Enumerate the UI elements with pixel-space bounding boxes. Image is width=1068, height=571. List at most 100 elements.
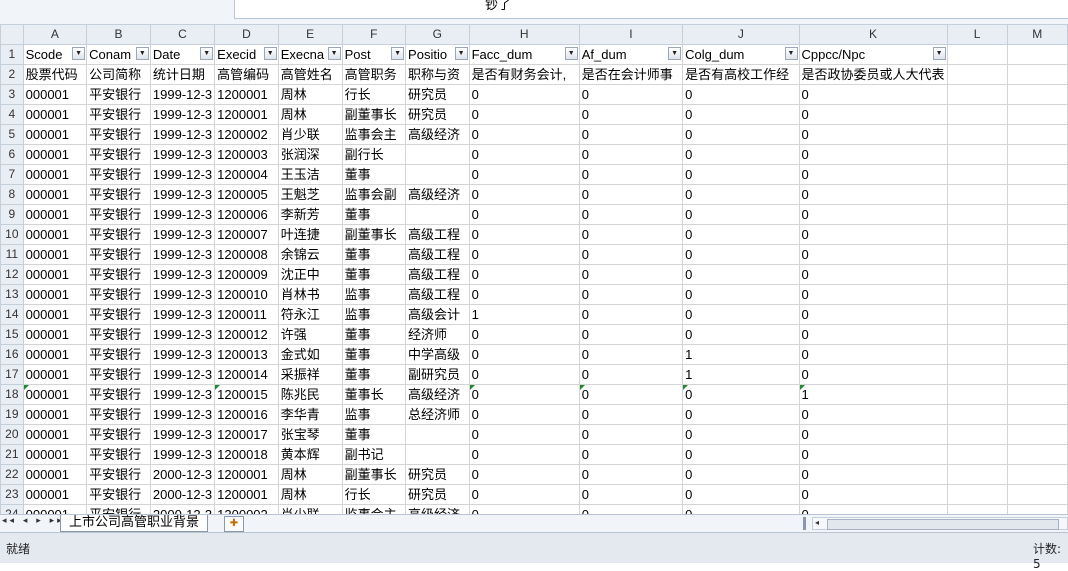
cell[interactable]: 0 [468,104,580,125]
row-header[interactable]: 10 [0,224,24,245]
cell[interactable]: 0 [682,264,800,285]
cell[interactable]: 2000-12-3 [149,504,216,514]
cell[interactable]: 平安银行 [86,264,151,285]
cell[interactable]: 1200016 [214,404,279,425]
cell[interactable]: Cppcc/Npc ▼ [798,44,948,65]
cell[interactable]: 1999-12-3 [149,324,216,345]
cell[interactable] [1006,344,1068,365]
cell[interactable]: 0 [468,204,580,225]
cell[interactable]: 高级工程 [405,244,470,265]
cell[interactable]: 肖林书 [277,284,343,305]
sheet-nav-arrows-icon[interactable]: ◂◂ ◂ ▸ ▸▸ [2,516,65,526]
cell[interactable]: 0 [682,484,800,505]
cell[interactable]: 平安银行 [86,304,151,325]
column-header[interactable]: L [946,24,1008,45]
cell[interactable]: Facc_dum ▼ [468,44,580,65]
cell[interactable]: 监事 [341,404,407,425]
column-header[interactable]: B [86,24,151,45]
cell[interactable]: 高管编码 [214,64,279,85]
tab-split-handle[interactable] [803,517,806,530]
cell[interactable] [1006,424,1068,445]
cell[interactable]: 李华青 [277,404,343,425]
select-all-corner[interactable] [0,24,24,45]
cell[interactable] [1006,284,1068,305]
row-header[interactable]: 18 [0,384,24,405]
cell[interactable]: 0 [798,424,948,445]
cell[interactable] [946,284,1008,305]
cell[interactable] [946,424,1008,445]
cell[interactable]: 平安银行 [86,424,151,445]
cell[interactable] [1006,244,1068,265]
cell[interactable]: 0 [578,304,684,325]
row-header[interactable]: 13 [0,284,24,305]
cell[interactable]: 000001 [22,144,88,165]
row-header[interactable]: 4 [0,104,24,125]
cell[interactable] [946,404,1008,425]
cell[interactable]: 1200011 [214,304,279,325]
cell[interactable]: 0 [468,84,580,105]
filter-dropdown-icon[interactable]: ▼ [72,47,86,60]
cell[interactable]: 王玉洁 [277,164,343,185]
cell[interactable]: 高管职务 [341,64,407,85]
filter-dropdown-icon[interactable]: ▼ [135,47,149,60]
cell[interactable]: 总经济师 [405,404,470,425]
cell[interactable]: 1200010 [214,284,279,305]
cell[interactable]: 平安银行 [86,284,151,305]
cell[interactable]: 1200012 [214,324,279,345]
cell[interactable]: 监事会副 [341,184,407,205]
cell[interactable]: 000001 [22,124,88,145]
cell[interactable]: 肖少联 [277,124,343,145]
cell[interactable]: 1999-12-3 [149,224,216,245]
cell[interactable]: 周林 [277,464,343,485]
cell[interactable]: 0 [468,364,580,385]
cell[interactable]: 000001 [22,244,88,265]
cell[interactable] [405,144,470,165]
cell[interactable]: 1999-12-3 [149,144,216,165]
cell[interactable]: 董事 [341,324,407,345]
cell[interactable]: 1200003 [214,144,279,165]
cell[interactable]: 高级经济 [405,184,470,205]
cell[interactable]: 000001 [22,504,88,514]
cell[interactable] [1006,444,1068,465]
cell[interactable] [946,304,1008,325]
cell[interactable]: 沈正中 [277,264,343,285]
cell[interactable] [946,64,1008,85]
cell[interactable]: 0 [578,144,684,165]
cell[interactable] [946,444,1008,465]
cell[interactable]: 平安银行 [86,464,151,485]
row-header[interactable]: 19 [0,404,24,425]
cell[interactable] [1006,504,1068,514]
cell[interactable] [946,364,1008,385]
cell[interactable] [946,504,1008,514]
cell[interactable]: 0 [798,324,948,345]
cell[interactable]: 0 [468,484,580,505]
cell[interactable]: 董事 [341,264,407,285]
cell[interactable]: 0 [468,244,580,265]
cell[interactable]: 0 [798,204,948,225]
cell[interactable]: 副董事长 [341,104,407,125]
cell[interactable]: 000001 [22,444,88,465]
insert-sheet-icon[interactable]: ✚ [224,516,244,532]
cell[interactable]: 黄本辉 [277,444,343,465]
row-header[interactable]: 3 [0,84,24,105]
cell[interactable]: 1 [468,304,580,325]
row-header[interactable]: 16 [0,344,24,365]
cell[interactable]: 1 [682,344,800,365]
cell[interactable]: 000001 [22,344,88,365]
cell[interactable]: 高级经济 [405,384,470,405]
cell[interactable]: 000001 [22,364,88,385]
row-header[interactable]: 1 [0,44,24,65]
cell[interactable]: 监事 [341,304,407,325]
cell[interactable]: 0 [578,384,684,405]
cell[interactable]: 1200015 [214,384,279,405]
cell[interactable]: 1999-12-3 [149,404,216,425]
cell[interactable]: 0 [798,224,948,245]
cell[interactable]: 0 [578,84,684,105]
cell[interactable]: 张宝琴 [277,424,343,445]
column-header[interactable]: M [1006,24,1068,45]
cell[interactable]: 000001 [22,224,88,245]
cell[interactable]: 1999-12-3 [149,444,216,465]
cell[interactable]: 1999-12-3 [149,424,216,445]
cell[interactable]: 0 [798,104,948,125]
cell[interactable]: 高级会计 [405,304,470,325]
